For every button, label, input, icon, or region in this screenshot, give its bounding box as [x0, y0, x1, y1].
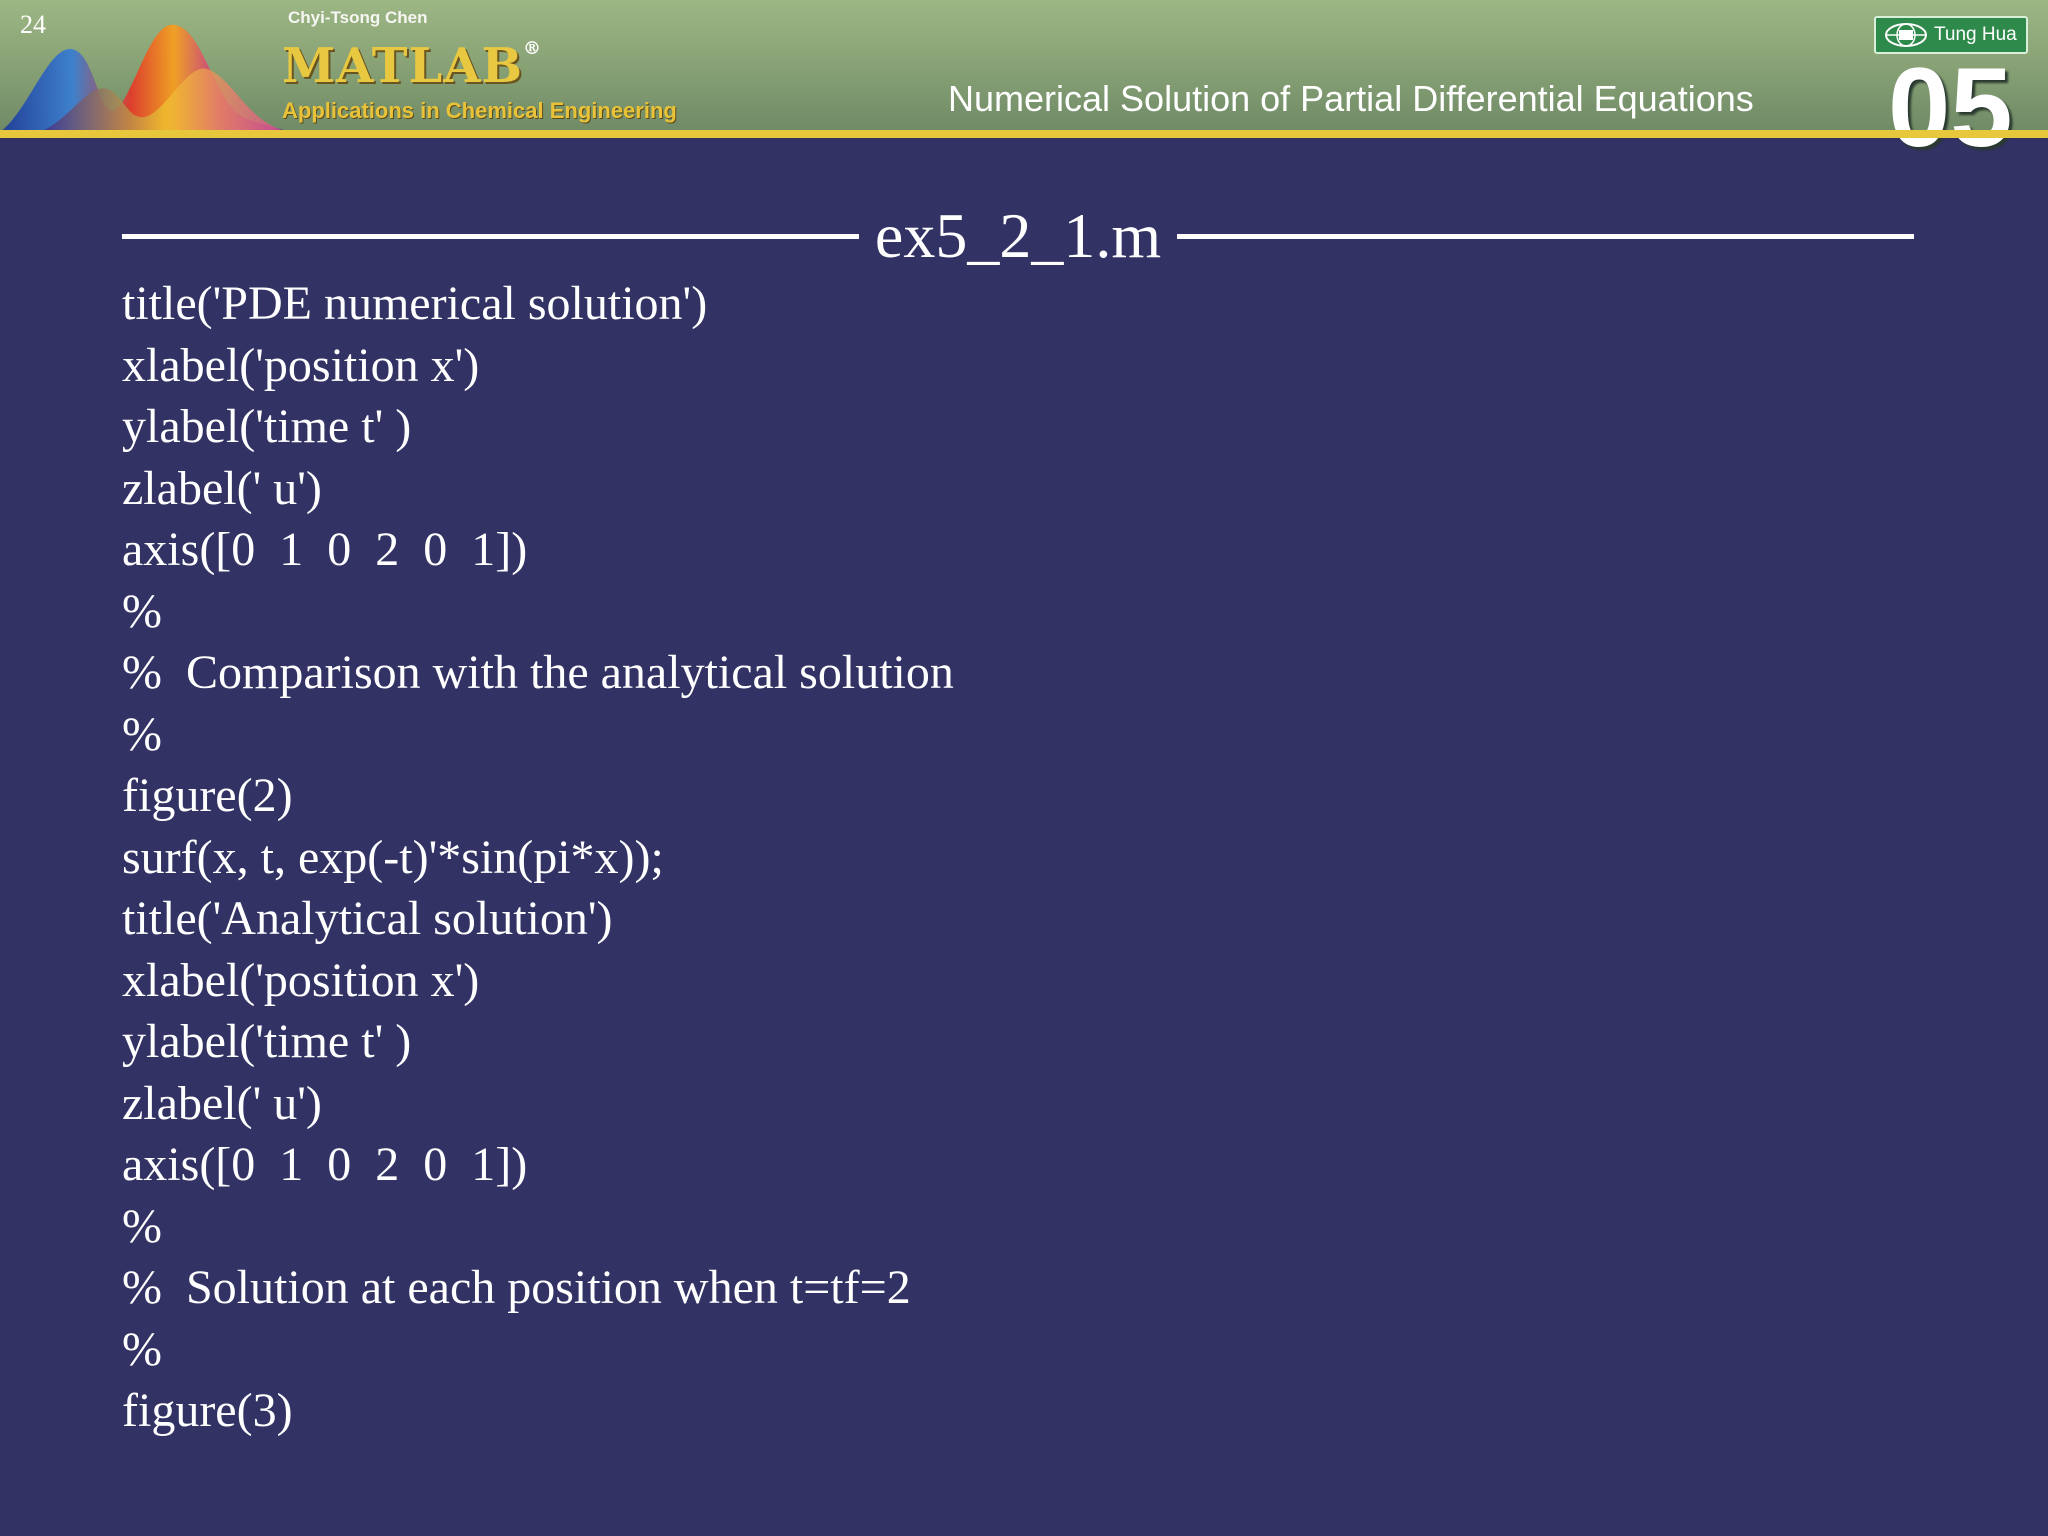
code-line: % Comparison with the analytical solutio… [122, 646, 954, 699]
code-line: zlabel(' u') [122, 461, 322, 515]
code-line: xlabel('position x') [122, 338, 480, 392]
code-line: axis([0 1 0 2 0 1]) [122, 1138, 528, 1191]
code-line: % [122, 584, 162, 638]
code-line: zlabel(' u') [122, 1076, 322, 1130]
code-line: surf(x, t, exp(-t)'*sin(pi*x)); [122, 830, 664, 884]
code-line: ylabel('time t' ) [122, 1015, 412, 1068]
code-line: figure(3) [122, 1384, 293, 1437]
header-banner: 24 Chyi-Tsong Chen MATLAB® Applications … [0, 0, 2048, 164]
slide-number: 24 [20, 10, 46, 39]
author-name: Chyi-Tsong Chen [288, 8, 428, 27]
code-line: % [122, 1322, 162, 1376]
code-line: xlabel('position x') [122, 953, 480, 1007]
code-line: figure(2) [122, 769, 293, 822]
code-line: % Solution at each position when t=tf=2 [122, 1261, 911, 1314]
book-title: MATLAB® [282, 38, 542, 94]
chapter-number: 05 [1888, 45, 2013, 170]
registered-mark: ® [523, 38, 543, 59]
code-line: axis([0 1 0 2 0 1]) [122, 523, 528, 576]
publisher-name: Tung Hua [1934, 24, 2017, 45]
code-line: ylabel('time t' ) [122, 400, 412, 453]
code-line: % [122, 707, 162, 761]
heading-rule-left [122, 233, 859, 239]
book-subtitle: Applications in Chemical Engineering [282, 98, 677, 123]
code-block: title('PDE numerical solution') xlabel('… [122, 273, 1922, 1442]
code-filename: ex5_2_1.m [874, 200, 1162, 271]
header-divider-stripe [0, 130, 2048, 138]
code-line: title('Analytical solution') [122, 892, 613, 945]
book-title-text: MATLAB [282, 38, 524, 94]
chapter-title: Numerical Solution of Partial Differenti… [948, 78, 1754, 119]
slide: 24 Chyi-Tsong Chen MATLAB® Applications … [0, 0, 2048, 1536]
code-line: title('PDE numerical solution') [122, 277, 708, 330]
code-line: % [122, 1199, 162, 1253]
file-heading: ex5_2_1.m [122, 196, 1914, 276]
heading-rule-right [1177, 233, 1914, 239]
